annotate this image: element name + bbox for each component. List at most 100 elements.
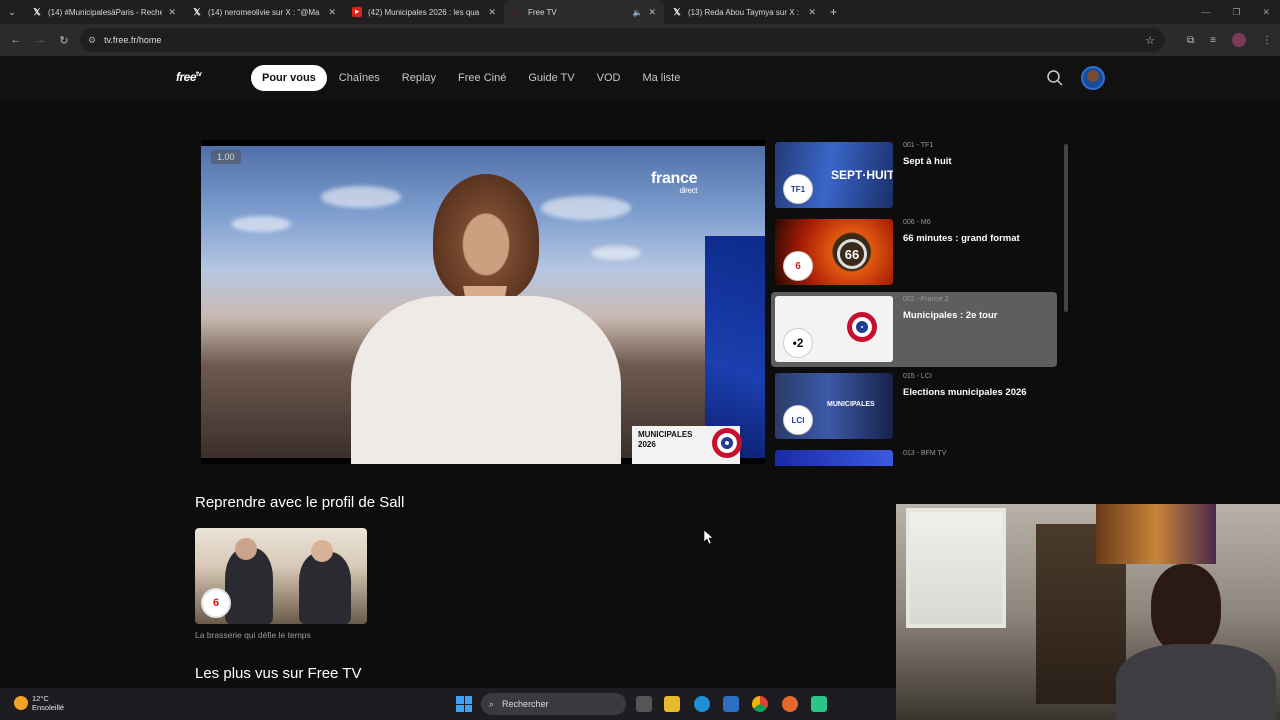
reload-icon[interactable]: ↻ [52, 34, 76, 47]
m6-logo: 6 [201, 588, 231, 618]
close-icon[interactable]: ✕ [648, 7, 656, 18]
channel-thumbnail: 66 6 [775, 219, 893, 285]
menu-icon[interactable]: ⋮ [1262, 35, 1272, 46]
resume-card[interactable]: 6 [195, 528, 367, 624]
nav-ma-liste[interactable]: Ma liste [632, 65, 690, 91]
youtube-icon: ▶ [352, 7, 362, 17]
x-icon: 𝕏 [673, 6, 681, 17]
file-explorer-icon[interactable] [664, 696, 680, 712]
nav-pour-vous[interactable]: Pour vous [251, 65, 327, 91]
task-view-icon[interactable] [636, 696, 652, 712]
browser-tab[interactable]: ▶ (42) Municipales 2026 : les qua ✕ [344, 0, 504, 24]
nav-vod[interactable]: VOD [587, 65, 631, 91]
nav-replay[interactable]: Replay [392, 65, 446, 91]
avatar[interactable] [1081, 66, 1105, 90]
tab-title: (42) Municipales 2026 : les qua [368, 7, 480, 17]
close-icon[interactable]: ✕ [808, 7, 816, 18]
video-player[interactable]: 1.00 france direct MUNICIPALES 2026 [201, 140, 765, 464]
badge-text: france [651, 170, 698, 187]
main-nav: Pour vous Chaînes Replay Free Ciné Guide… [251, 65, 692, 91]
address-bar: ← → ↻ ⚙ tv.free.fr/home ☆ ⧉ ≡ ⋮ [0, 24, 1280, 56]
taskbar-search[interactable]: ⌕ Rechercher [481, 693, 626, 715]
new-tab-icon[interactable]: + [830, 5, 837, 19]
store-icon[interactable] [723, 696, 739, 712]
weather-temp: 12°C [32, 694, 49, 703]
channel-thumbnail: •2 [775, 296, 893, 362]
resume-item-title: La brasserie qui défie le temps [195, 630, 311, 640]
browser-tab-active[interactable]: · Free TV 🔈 ✕ [504, 0, 664, 24]
channel-scrollbar[interactable] [1064, 144, 1068, 312]
channel-item-selected[interactable]: •2 002 - France 2 Municipales : 2e tour [771, 292, 1057, 367]
mouse-cursor-icon [704, 530, 714, 545]
channel-logo: 6 [783, 251, 813, 281]
logo-sup: tv [196, 71, 202, 78]
badge-direct: direct [679, 186, 698, 195]
channel-thumbnail: SEPT·HUIT TF1 [775, 142, 893, 208]
channel-meta: 001 - TF1 [903, 142, 934, 149]
channel-program: Municipales : 2e tour [903, 310, 998, 321]
taskbar-search-label: Rechercher [502, 699, 549, 709]
channel-logo: LCI [783, 405, 813, 435]
media-icon[interactable]: ≡ [1210, 35, 1216, 46]
firefox-icon[interactable] [782, 696, 798, 712]
window-controls: — ❐ ✕ [1201, 0, 1270, 24]
france-tv-badge: france direct [651, 170, 698, 195]
speaker-icon[interactable]: 🔈 [632, 8, 642, 17]
site-header: freetv Pour vous Chaînes Replay Free Cin… [0, 56, 1280, 100]
close-icon[interactable]: ✕ [328, 7, 336, 18]
bookmark-star-icon[interactable]: ☆ [1145, 34, 1155, 47]
popular-heading: Les plus vus sur Free TV [195, 665, 362, 682]
forward-icon[interactable]: → [28, 34, 52, 46]
channel-meta: 006 - M6 [903, 219, 931, 226]
nav-free-cine[interactable]: Free Ciné [448, 65, 516, 91]
channel-program: Sept à huit [903, 156, 952, 167]
close-icon[interactable]: ✕ [168, 7, 176, 18]
url-field[interactable]: ⚙ tv.free.fr/home ☆ [80, 28, 1165, 52]
browser-tab[interactable]: 𝕏 (13) Reda Abou Taymya sur X : ✕ [664, 0, 824, 24]
channel-list: SEPT·HUIT TF1 001 - TF1 Sept à huit 66 6… [771, 138, 1061, 466]
profile-icon[interactable] [1232, 33, 1246, 47]
app-icon[interactable] [811, 696, 827, 712]
minimize-icon[interactable]: — [1201, 7, 1210, 17]
channel-item[interactable]: 66 6 006 - M6 66 minutes : grand format [771, 215, 1057, 290]
nav-guide-tv[interactable]: Guide TV [518, 65, 584, 91]
tab-title: (14) neromeolivie sur X : "@Ma [208, 7, 320, 17]
chrome-icon[interactable] [752, 696, 768, 712]
webcam-overlay [896, 504, 1280, 720]
browser-tab[interactable]: 𝕏 (14) neromeolivie sur X : "@Ma ✕ [184, 0, 344, 24]
search-icon: ⌕ [489, 698, 495, 709]
close-icon[interactable]: ✕ [488, 7, 496, 18]
back-icon[interactable]: ← [4, 34, 28, 46]
channel-meta: 002 - France 2 [903, 296, 949, 303]
channel-item[interactable]: 013 - BFM TV [771, 446, 1057, 466]
channel-meta: 015 - LCI [903, 373, 932, 380]
nav-chaines[interactable]: Chaînes [329, 65, 390, 91]
extensions-area: ⧉ ≡ ⋮ [1187, 24, 1272, 56]
site-info-icon[interactable]: ⚙ [88, 35, 96, 46]
windows-start-icon[interactable] [456, 696, 472, 712]
restore-icon[interactable]: ❐ [1232, 7, 1240, 18]
freetv-icon: · [515, 7, 519, 17]
sun-icon [14, 696, 28, 710]
channel-logo: TF1 [783, 174, 813, 204]
channel-item[interactable]: SEPT·HUIT TF1 001 - TF1 Sept à huit [771, 138, 1057, 213]
freetv-logo[interactable]: freetv [176, 70, 202, 84]
extensions-icon[interactable]: ⧉ [1187, 35, 1194, 46]
weather-text: Ensoleillé [32, 703, 65, 712]
resume-heading: Reprendre avec le profil de Sall [195, 494, 405, 511]
tab-search-icon[interactable]: ⌄ [0, 0, 24, 24]
channel-item[interactable]: MUNICIPALES LCI 015 - LCI Elections muni… [771, 369, 1057, 444]
browser-tab-strip: ⌄ 𝕏 (14) #MunicipalesàParis - Reche ✕ 𝕏 … [0, 0, 1280, 24]
window-close-icon[interactable]: ✕ [1262, 7, 1270, 18]
browser-tab[interactable]: 𝕏 (14) #MunicipalesàParis - Reche ✕ [24, 0, 184, 24]
channel-thumbnail: MUNICIPALES LCI [775, 373, 893, 439]
edge-icon[interactable] [694, 696, 710, 712]
channel-program: 66 minutes : grand format [903, 233, 1020, 244]
search-icon[interactable] [1046, 69, 1064, 87]
playback-speed[interactable]: 1.00 [211, 150, 241, 164]
channel-logo: •2 [783, 328, 813, 358]
weather-widget[interactable]: 12°C Ensoleillé [14, 694, 64, 712]
tab-title: Free TV [528, 7, 557, 17]
channel-thumbnail [775, 450, 893, 466]
windows-taskbar: 12°C Ensoleillé ⌕ Rechercher [0, 688, 896, 720]
